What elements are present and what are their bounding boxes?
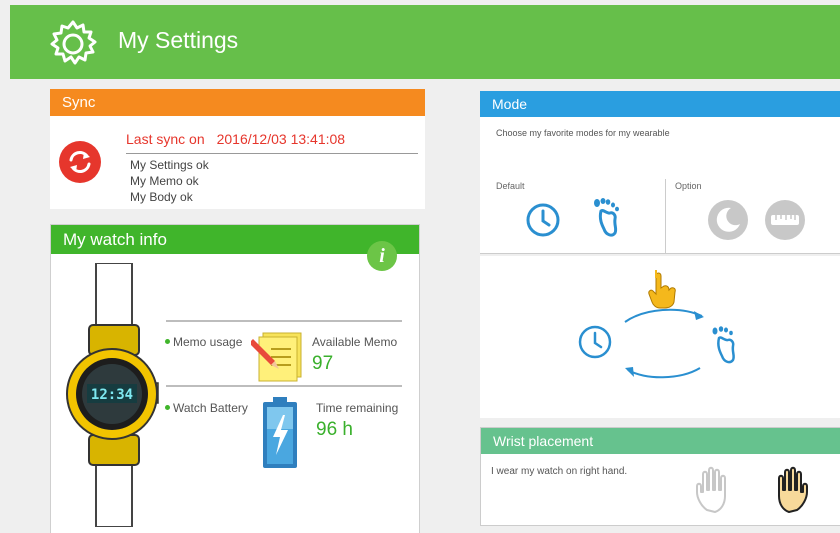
- moon-mode-icon[interactable]: [707, 199, 749, 241]
- sync-status-settings: My Settings ok: [130, 158, 209, 172]
- available-memo-label: Available Memo: [312, 335, 398, 349]
- gear-icon[interactable]: [46, 17, 100, 71]
- divider: [166, 385, 402, 387]
- wrist-placement-card: Wrist placement I wear my watch on right…: [480, 427, 840, 526]
- right-hand-icon[interactable]: [767, 466, 811, 516]
- clock-icon: [578, 325, 612, 359]
- option-label: Option: [675, 181, 702, 191]
- watch-info-card: My watch info i 12:34 Memo usage Availab…: [50, 224, 420, 533]
- mode-cycle-panel: [480, 256, 840, 418]
- refresh-icon: [69, 151, 91, 173]
- mode-card: Mode Choose my favorite modes for my wea…: [480, 91, 840, 254]
- app-header: My Settings: [10, 5, 840, 79]
- divider: [665, 179, 666, 254]
- page-title: My Settings: [118, 27, 239, 53]
- sync-button[interactable]: [59, 141, 101, 183]
- available-memo-value: 97: [312, 353, 334, 374]
- watch-display-time: 12:34: [91, 387, 133, 403]
- sync-card: Sync Last sync on 2016/12/03 13:41:08 My …: [50, 89, 425, 209]
- watch-illustration: 12:34: [66, 263, 159, 527]
- wrist-title: Wrist placement: [481, 428, 840, 454]
- mode-cycle-diagram: [578, 270, 735, 379]
- last-sync-text: Last sync on 2016/12/03 13:41:08: [126, 131, 345, 147]
- mode-title: Mode: [480, 91, 840, 117]
- tap-hand-icon: [648, 270, 676, 309]
- sync-status-body: My Body ok: [130, 190, 193, 204]
- info-icon[interactable]: i: [367, 241, 397, 271]
- divider: [480, 253, 840, 254]
- watch-battery-label: Watch Battery: [165, 401, 248, 415]
- footstep-icon: [712, 326, 735, 364]
- time-remaining-value: 96 h: [316, 419, 353, 440]
- watch-info-title: My watch info: [51, 225, 419, 254]
- last-sync-label: Last sync on: [126, 131, 205, 147]
- wrist-description: I wear my watch on right hand.: [491, 466, 628, 477]
- mode-description: Choose my favorite modes for my wearable: [496, 128, 670, 138]
- divider: [166, 320, 402, 322]
- clock-mode-icon[interactable]: [524, 201, 562, 239]
- sync-status-memo: My Memo ok: [130, 174, 199, 188]
- memo-usage-label: Memo usage: [165, 335, 242, 349]
- left-hand-icon[interactable]: [693, 466, 737, 516]
- last-sync-time: 2016/12/03 13:41:08: [216, 131, 346, 147]
- ruler-mode-icon[interactable]: [764, 199, 806, 241]
- divider: [126, 153, 418, 154]
- battery-icon: [263, 397, 297, 468]
- memo-icon: [251, 332, 302, 382]
- default-label: Default: [496, 181, 525, 191]
- footstep-mode-icon[interactable]: [592, 197, 624, 241]
- time-remaining-label: Time remaining: [316, 401, 399, 415]
- sync-title: Sync: [50, 89, 425, 116]
